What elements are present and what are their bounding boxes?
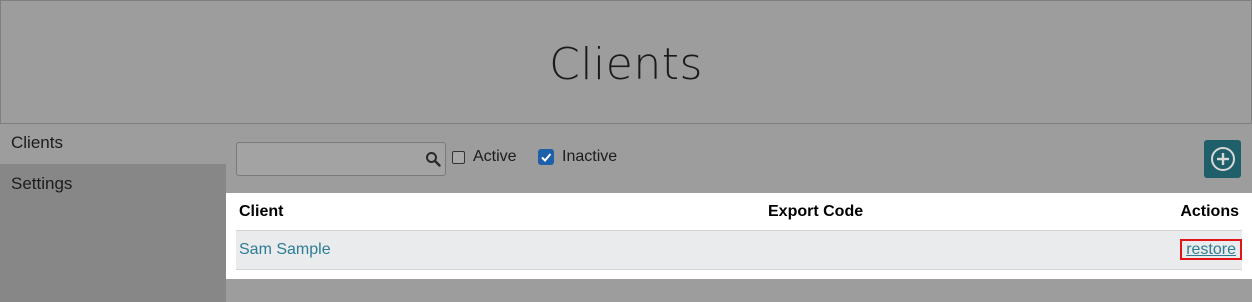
inactive-checkbox[interactable] [538,149,554,165]
check-icon [541,153,552,162]
column-header-actions: Actions [1180,203,1239,220]
table-row: Sam Sample restore [236,231,1242,270]
search-box [236,142,446,176]
main-content: Active Inactive Client Export Code Actio… [226,124,1252,302]
inactive-filter[interactable]: Inactive [538,148,617,166]
page-title: Clients [549,38,703,90]
sidebar-item-label: Clients [11,133,63,152]
active-filter-label: Active [473,148,517,165]
sidebar: Clients Settings [0,124,226,302]
plus-circle-icon [1210,147,1235,171]
active-filter[interactable]: Active [452,148,517,166]
table-header-row: Client Export Code Actions [236,193,1242,231]
sidebar-item-clients[interactable]: Clients [0,124,226,164]
sidebar-item-settings[interactable]: Settings [0,164,226,204]
page-header: Clients [0,0,1252,124]
active-checkbox[interactable] [452,150,465,164]
inactive-filter-label: Inactive [562,148,618,165]
sidebar-item-label: Settings [11,174,73,193]
clients-table: Client Export Code Actions Sam Sample re… [226,193,1252,279]
client-name-link[interactable]: Sam Sample [239,241,331,259]
column-header-export-code: Export Code [768,203,864,220]
search-input[interactable] [237,143,429,173]
column-header-client: Client [239,203,284,220]
search-icon[interactable] [425,151,441,167]
add-client-button[interactable] [1204,140,1241,178]
restore-link[interactable]: restore [1180,239,1242,260]
